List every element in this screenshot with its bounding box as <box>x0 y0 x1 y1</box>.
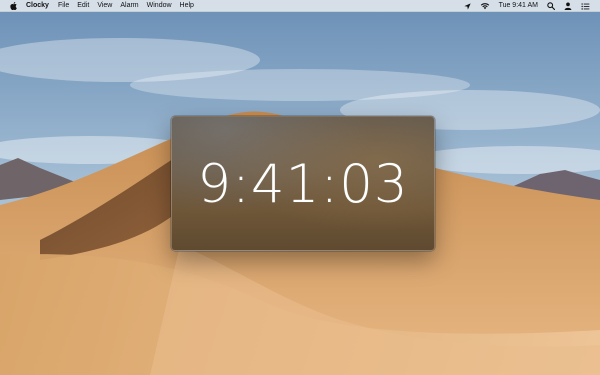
menu-view[interactable]: View <box>97 0 112 12</box>
clock-time-display: 9:41:03 <box>197 154 409 215</box>
menu-bar-status-area: Tue 9:41 AM <box>455 0 590 12</box>
search-icon[interactable] <box>547 0 555 12</box>
menu-help[interactable]: Help <box>180 0 194 12</box>
apple-icon[interactable] <box>10 1 17 10</box>
list-icon[interactable] <box>581 0 590 12</box>
menu-file[interactable]: File <box>58 0 69 12</box>
menu-bar-left: Clocky File Edit View Alarm Window Help <box>0 0 202 12</box>
menu-alarm[interactable]: Alarm <box>120 0 138 12</box>
clock-window[interactable]: 9:41:03 <box>171 116 435 251</box>
menu-bar: Clocky File Edit View Alarm Window Help <box>0 0 600 12</box>
app-menu-clocky[interactable]: Clocky <box>26 0 49 12</box>
menu-edit[interactable]: Edit <box>77 0 89 12</box>
location-arrow-icon[interactable] <box>463 0 471 12</box>
menu-window[interactable]: Window <box>147 0 172 12</box>
menu-bar-clock[interactable]: Tue 9:41 AM <box>499 0 538 12</box>
wifi-icon[interactable] <box>480 0 490 12</box>
desktop: Clocky File Edit View Alarm Window Help <box>0 0 600 375</box>
user-icon[interactable] <box>564 0 572 12</box>
